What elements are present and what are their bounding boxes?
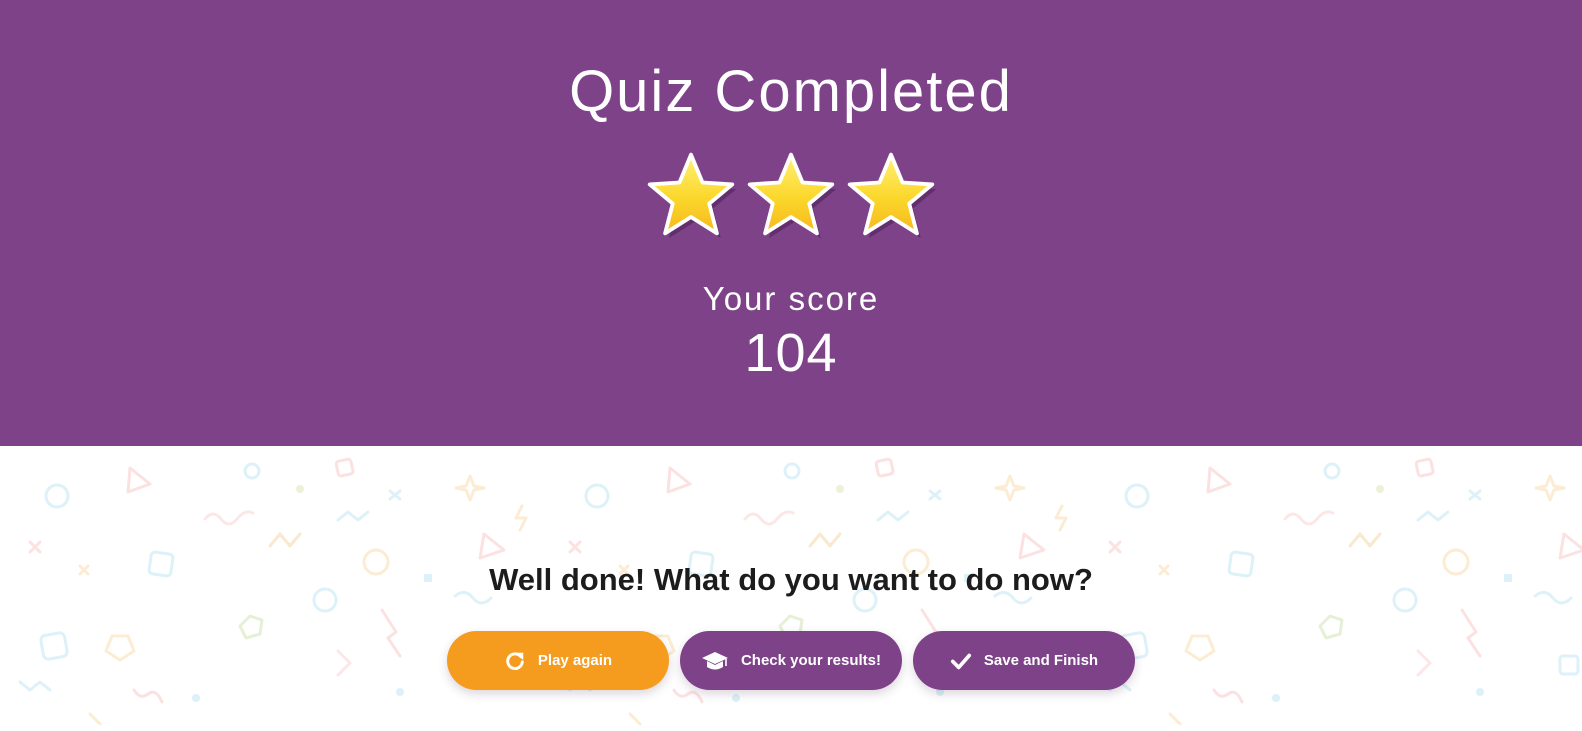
star-icon xyxy=(747,152,837,239)
score-label: Your score xyxy=(702,280,880,317)
save-and-finish-label: Save and Finish xyxy=(983,652,1099,669)
play-again-button[interactable]: Play again xyxy=(447,631,669,690)
play-again-label: Play again xyxy=(537,652,613,669)
action-buttons: Play again Check your results! Save and … xyxy=(0,631,1582,690)
save-and-finish-button[interactable]: Save and Finish xyxy=(913,631,1135,690)
star-icon xyxy=(847,152,937,239)
score-value: 104 xyxy=(744,323,838,383)
completion-prompt: Well done! What do you want to do now? xyxy=(489,562,1093,597)
graduation-cap-icon xyxy=(701,651,728,669)
check-results-label: Check your results! xyxy=(740,652,882,669)
checkmark-icon xyxy=(950,653,971,669)
results-header: Quiz Completed Your score 104 xyxy=(0,0,1582,446)
refresh-icon xyxy=(506,651,524,670)
check-results-button[interactable]: Check your results! xyxy=(680,631,902,690)
page-title: Quiz Completed xyxy=(569,59,1013,124)
star-icon xyxy=(647,152,737,239)
star-rating xyxy=(0,146,1582,242)
